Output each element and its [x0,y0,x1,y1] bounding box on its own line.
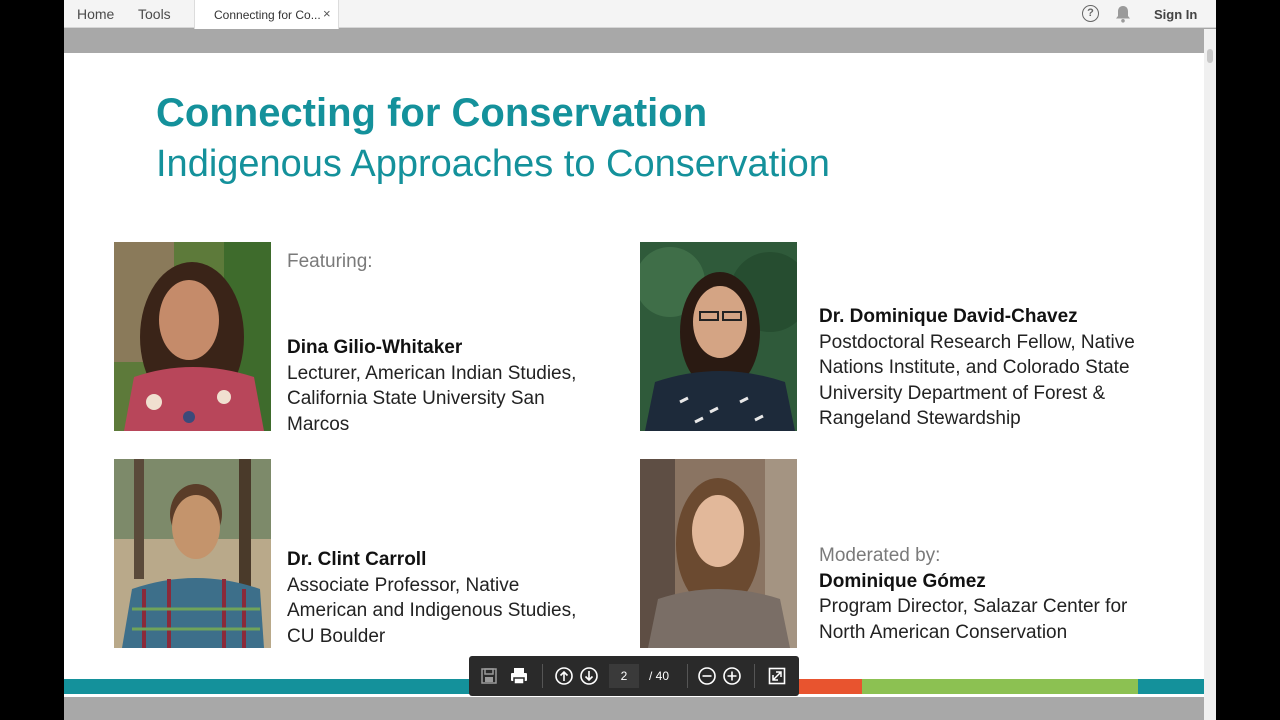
speaker-photo-2 [640,242,797,431]
speaker-block-4: Moderated by: Dominique Gómez Program Di… [819,543,1127,645]
speaker-name: Dina Gilio-Whitaker [287,337,463,358]
document-tab-title: Connecting for Co... [214,8,321,22]
speaker-role-line: Associate Professor, Native [287,574,520,596]
speaker-name: Dominique Gómez [819,570,986,592]
toolbar-divider [754,664,755,688]
toolbar-divider [542,664,543,688]
stripe-segment-orange [794,679,862,694]
speaker-role-line: CU Boulder [287,625,386,647]
speaker-block-3: Dr. Clint Carroll Associate Professor, N… [287,547,576,649]
document-viewer[interactable]: Connecting for Conservation Indigenous A… [64,29,1216,720]
speaker-block-1: Dina Gilio-Whitaker Lecturer, American I… [287,335,576,437]
speaker-role-line: University Department of Forest & [819,382,1106,404]
speaker-role-line: Postdoctoral Research Fellow, Native [819,331,1135,353]
toolbar-divider [687,664,688,688]
tools-link[interactable]: Tools [138,6,171,22]
slide-subtitle: Indigenous Approaches to Conservation [156,143,830,185]
featuring-label: Featuring: [287,251,373,272]
speaker-role-line: American and Indigenous Studies, [287,600,577,621]
speaker-role-line: Marcos [287,413,350,435]
speaker-photo-1 [114,242,271,431]
page-number-input[interactable]: 2 [609,664,639,688]
speaker-photo-3 [114,459,271,648]
page-down-icon[interactable] [579,666,599,686]
fit-page-icon[interactable] [767,666,787,686]
speaker-role-line: North American Conservation [819,621,1068,643]
page-up-icon[interactable] [554,666,574,686]
print-icon[interactable] [509,666,529,686]
document-tab[interactable]: Connecting for Co... × [194,0,339,29]
speaker-block-2: Dr. Dominique David-Chavez Postdoctoral … [819,304,1135,432]
sign-in-button[interactable]: Sign In [1154,7,1197,22]
page-total: / 40 [649,669,670,683]
close-tab-icon[interactable]: × [323,6,331,21]
zoom-out-icon[interactable] [697,666,717,686]
speaker-role-line: Program Director, Salazar Center for [819,596,1128,617]
speaker-role-line: Rangeland Stewardship [819,408,1021,429]
bell-icon[interactable] [1115,5,1131,28]
top-bar: Home Tools Connecting for Co... × ? Sign… [64,0,1216,29]
floating-page-toolbar: 2 / 40 [469,656,799,696]
speaker-name: Dr. Clint Carroll [287,549,427,570]
zoom-in-icon[interactable] [722,666,742,686]
slide-title: Connecting for Conservation [156,91,708,135]
moderated-label: Moderated by: [819,545,941,566]
stripe-segment-teal-end [1138,679,1204,694]
speaker-name: Dr. Dominique David-Chavez [819,306,1078,327]
stripe-segment-green [862,679,1138,694]
speaker-role-line: California State University San [287,388,545,409]
help-icon[interactable]: ? [1082,5,1099,22]
speaker-role-line: Nations Institute, and Colorado State [819,357,1130,378]
scrollbar[interactable] [1204,29,1216,720]
save-icon[interactable] [479,666,499,686]
scrollbar-thumb[interactable] [1207,49,1213,63]
pdf-viewer-app: Home Tools Connecting for Co... × ? Sign… [64,0,1216,720]
home-link[interactable]: Home [77,6,114,22]
speaker-role-line: Lecturer, American Indian Studies, [287,362,577,384]
speaker-photo-4 [640,459,797,648]
slide-page: Connecting for Conservation Indigenous A… [64,53,1204,697]
